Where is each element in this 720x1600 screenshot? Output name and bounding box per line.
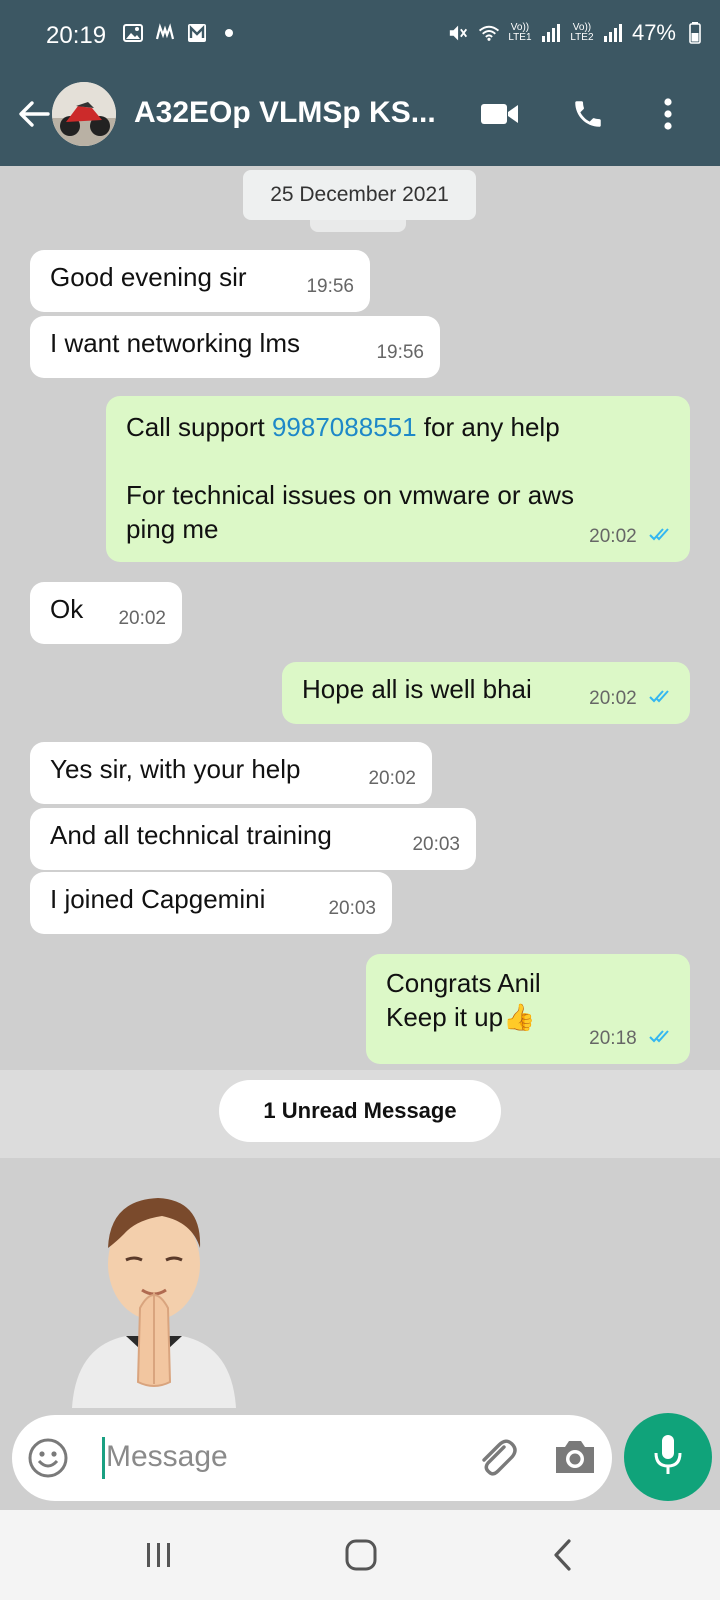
status-right: Vo)) LTE1 Vo)) LTE2 47% [448,20,706,46]
status-bar: 20:19 Vo)) LTE1 Vo)) LTE2 47% [0,0,720,76]
message-text: Good evening sir [50,262,247,292]
message-text: Keep it up [386,1002,504,1032]
message-time: 20:02 [118,608,166,629]
attach-icon[interactable] [474,1435,520,1481]
top-bar: 20:19 Vo)) LTE1 Vo)) LTE2 47% A32EOp VLM… [0,0,720,166]
voice-call-icon[interactable] [566,94,610,134]
chat-header: A32EOp VLMSp KS... [0,76,720,166]
message-text: I want networking lms [50,328,300,358]
status-time: 20:19 [46,22,107,49]
system-nav-bar [0,1510,720,1600]
message-meta: 20:02 [589,682,674,716]
message-composer [12,1415,612,1501]
message-incoming[interactable]: And all technical training 20:03 [30,808,476,870]
m-notification-icon [186,22,208,44]
wifi-icon [478,22,500,44]
avatar[interactable] [52,82,116,146]
phone-link[interactable]: 9987088551 [272,412,417,442]
message-outgoing[interactable]: Call support 9987088551 for any help For… [106,396,690,562]
namaste-sticker[interactable] [66,1186,242,1408]
message-text: Hope all is well bhai [302,674,532,704]
unread-message-chip: 1 Unread Message [219,1080,501,1142]
message-time: 20:03 [328,898,376,919]
home-icon[interactable] [336,1532,386,1578]
message-text: I joined Capgemini [50,884,266,914]
message-text: Congrats Anil [386,968,541,998]
message-outgoing[interactable]: Congrats Anil Keep it up👍 20:18 [366,954,690,1064]
message-incoming[interactable]: I joined Capgemini 20:03 [30,872,392,934]
message-text: Ok [50,594,84,624]
message-time: 20:03 [412,834,460,855]
message-input[interactable] [106,1433,426,1481]
message-text: for any help [416,412,560,442]
thumbs-up-emoji: 👍 [503,1002,536,1032]
dot-icon [218,22,240,44]
microphone-icon [653,1433,683,1482]
message-time: 19:56 [306,276,354,297]
message-time: 20:02 [589,526,637,547]
text-cursor [102,1437,105,1479]
notification-icons [122,22,240,44]
message-incoming[interactable]: Yes sir, with your help 20:02 [30,742,432,804]
message-time: 19:56 [376,342,424,363]
message-line: Call support 9987088551 for any help [126,410,670,444]
message-meta: 20:02 [589,520,674,554]
back-nav-icon[interactable] [538,1532,588,1578]
date-chip: 25 December 2021 [243,170,476,220]
chat-title[interactable]: A32EOp VLMSp KS... [134,96,436,130]
read-ticks-icon [648,1022,674,1056]
message-meta: 20:18 [589,1022,674,1056]
message-text: Call support [126,412,272,442]
message-incoming[interactable]: Ok 20:02 [30,582,182,644]
emoji-icon[interactable] [26,1436,70,1480]
message-incoming[interactable]: I want networking lms 19:56 [30,316,440,378]
message-outgoing[interactable]: Hope all is well bhai 20:02 [282,662,690,724]
app-notification-icon [154,22,176,44]
read-ticks-icon [648,682,674,716]
lte1-label: Vo)) LTE1 [508,22,532,43]
recent-apps-icon[interactable] [134,1532,184,1578]
microphone-button[interactable] [624,1413,712,1501]
camera-icon[interactable] [552,1437,598,1481]
signal-icon [602,22,624,44]
battery-icon [684,22,706,44]
back-icon[interactable] [14,94,54,134]
message-text: Yes sir, with your help [50,754,301,784]
message-time: 20:02 [589,688,637,709]
read-ticks-icon [648,520,674,554]
message-time: 20:18 [589,1028,637,1049]
video-call-icon[interactable] [478,94,522,134]
message-text: For technical issues on vmware or aws [126,480,574,510]
lte2-label: Vo)) LTE2 [570,22,594,43]
message-incoming[interactable]: Good evening sir 19:56 [30,250,370,312]
signal-icon [540,22,562,44]
gallery-icon [122,22,144,44]
message-time: 20:02 [368,768,416,789]
battery-percent: 47% [631,20,676,45]
mute-icon [448,22,470,44]
message-text: And all technical training [50,820,332,850]
more-icon[interactable] [646,94,690,134]
